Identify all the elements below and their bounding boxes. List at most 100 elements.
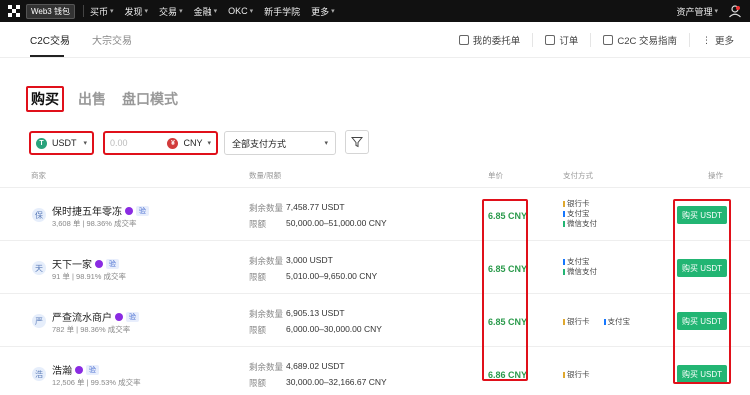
nav-okc[interactable]: OKC ▾ <box>228 6 253 16</box>
buy-usdt-button[interactable]: 购买 USDT <box>677 206 727 224</box>
nav-discover[interactable]: 发现 ▾ <box>125 5 149 18</box>
chevron-down-icon: ▾ <box>83 140 87 147</box>
link-label: 订单 <box>559 36 579 47</box>
bank-card-indicator <box>563 372 565 379</box>
limit-label: 限额 <box>249 272 267 282</box>
tab-sell[interactable]: 出售 <box>78 89 106 109</box>
limit-label: 限额 <box>249 378 267 388</box>
merchant-name[interactable]: 天下一家 验 <box>52 256 119 271</box>
link-label: C2C 交易指南 <box>617 36 677 47</box>
tab-block-trade[interactable]: 大宗交易 <box>92 32 132 47</box>
coin-select[interactable]: T USDT ▾ <box>29 131 94 155</box>
qty-value: 6,905.13 USDT <box>286 308 345 318</box>
qty-value: 7,458.77 USDT <box>286 202 345 212</box>
col-price: 单价 <box>488 171 503 180</box>
nav-learn[interactable]: 新手学院 <box>264 5 300 18</box>
merchant-name[interactable]: 严查流水商户 验 <box>52 309 139 324</box>
top-nav: Web3 钱包 买币 ▾ 发现 ▾ 交易 ▾ 金融 ▾ OKC ▾ 新手学院 更多 ▾ 资产… <box>0 0 750 22</box>
nav-label: 新手学院 <box>264 6 301 17</box>
verify-tag: 验 <box>126 311 139 322</box>
wechat-indicator <box>563 269 565 276</box>
verified-icon <box>95 259 103 268</box>
merchant-stats: 91 单 | 98.91% 成交率 <box>52 272 127 281</box>
payment-label: 银行卡 <box>567 370 590 379</box>
verified-icon <box>75 365 83 374</box>
tab-orderbook-mode[interactable]: 盘口模式 <box>122 89 178 109</box>
tab-buy[interactable]: 购买 <box>26 86 64 112</box>
bank-card-indicator <box>563 201 565 208</box>
price: 6.86 CNY <box>488 370 528 380</box>
payment-label: 支付宝 <box>607 317 631 326</box>
nav-buy-crypto[interactable]: 买币 ▾ <box>90 5 114 18</box>
nav-label: 交易 <box>159 6 178 17</box>
link-label: 我的委托单 <box>472 36 521 47</box>
avatar: 浩 <box>32 367 46 381</box>
tab-c2c[interactable]: C2C交易 <box>30 32 70 47</box>
okx-logo-icon[interactable] <box>8 5 20 17</box>
merchant-name-text: 严查流水商户 <box>52 313 112 324</box>
payment-label: 微信支付 <box>567 219 597 228</box>
trade-mode-tabs: 购买 出售 盘口模式 <box>26 86 194 112</box>
amount-fiat-group: 0.00 ¥ CNY ▾ <box>103 131 218 155</box>
fiat-select[interactable]: CNY <box>183 138 202 148</box>
qty-label: 剩余数量 <box>249 309 284 319</box>
limit-value: 6,000.00–30,000.00 CNY <box>286 324 382 334</box>
payment-label: 微信支付 <box>567 267 597 276</box>
payment-label: 银行卡 <box>567 317 590 326</box>
nav-more[interactable]: 更多 ▾ <box>311 5 335 18</box>
link-label: 更多 <box>714 36 734 47</box>
avatar: 严 <box>32 314 46 328</box>
active-tab-indicator <box>30 55 64 57</box>
payment-methods: 支付宝 微信支付 <box>563 257 597 277</box>
chevron-down-icon: ▾ <box>249 8 254 15</box>
c2c-guide-link[interactable]: C2C 交易指南 <box>591 33 690 47</box>
web3-wallet-button[interactable]: Web3 钱包 <box>26 3 75 19</box>
more-link[interactable]: ⋮ 更多 <box>690 33 734 48</box>
col-qty-limit: 数量/限额 <box>249 171 282 180</box>
payment-methods: 银行卡 支付宝 <box>563 317 630 327</box>
nav-asset-management[interactable]: 资产管理 ▾ <box>676 5 718 18</box>
limit-label: 限额 <box>249 325 267 335</box>
filter-button[interactable] <box>345 130 369 154</box>
book-icon <box>603 35 614 45</box>
payment-label: 银行卡 <box>567 199 590 208</box>
payment-label: 支付宝 <box>567 209 590 218</box>
merchant-name-text: 天下一家 <box>52 260 92 271</box>
nav-label: 发现 <box>124 6 143 17</box>
buy-usdt-button[interactable]: 购买 USDT <box>677 312 727 330</box>
limit-value: 30,000.00–32,166.67 CNY <box>286 377 387 387</box>
merchant-name[interactable]: 保时捷五年零冻 验 <box>52 203 149 218</box>
table-row: 浩 浩瀚 验 12,506 单 | 99.53% 成交率 剩余数量 4,689.0… <box>0 346 750 395</box>
payment-method: 银行卡 <box>563 199 597 209</box>
verified-icon <box>125 206 133 215</box>
chevron-down-icon: ▾ <box>213 8 218 15</box>
chevron-down-icon: ▾ <box>179 8 183 15</box>
avatar: 保 <box>32 208 46 222</box>
payment-method: 支付宝 <box>563 209 597 219</box>
buy-usdt-button[interactable]: 购买 USDT <box>677 259 727 277</box>
payment-method: 银行卡 <box>563 370 590 380</box>
user-icon[interactable] <box>728 4 742 18</box>
nav-divider <box>82 5 84 17</box>
price: 6.85 CNY <box>488 211 528 221</box>
price: 6.85 CNY <box>488 317 528 327</box>
amount-input[interactable]: 0.00 <box>110 138 162 148</box>
verify-tag: 验 <box>136 205 149 216</box>
col-action: 操作 <box>708 171 723 180</box>
alipay-indicator <box>563 259 565 266</box>
nav-trade[interactable]: 交易 ▾ <box>159 5 183 18</box>
merchant-name[interactable]: 浩瀚 验 <box>52 362 99 377</box>
table-row: 天 天下一家 验 91 单 | 98.91% 成交率 剩余数量 3,000 USD… <box>0 240 750 293</box>
sub-nav: C2C交易 大宗交易 我的委托单 订单 C2C 交易指南 ⋮ 更多 <box>0 22 750 58</box>
more-icon: ⋮ <box>701 34 711 45</box>
payment-method: 支付宝 <box>603 317 631 327</box>
payment-method-select[interactable]: 全部支付方式 ▾ <box>224 131 336 155</box>
merchant-stats: 12,506 单 | 99.53% 成交率 <box>52 378 141 387</box>
orders-link[interactable]: 订单 <box>533 33 592 47</box>
alipay-indicator <box>563 211 565 218</box>
buy-usdt-button[interactable]: 购买 USDT <box>677 365 727 383</box>
my-orders-link[interactable]: 我的委托单 <box>447 33 534 47</box>
nav-finance[interactable]: 金融 ▾ <box>194 5 218 18</box>
payment-method: 银行卡 <box>563 317 590 327</box>
payment-method: 支付宝 <box>563 257 597 267</box>
